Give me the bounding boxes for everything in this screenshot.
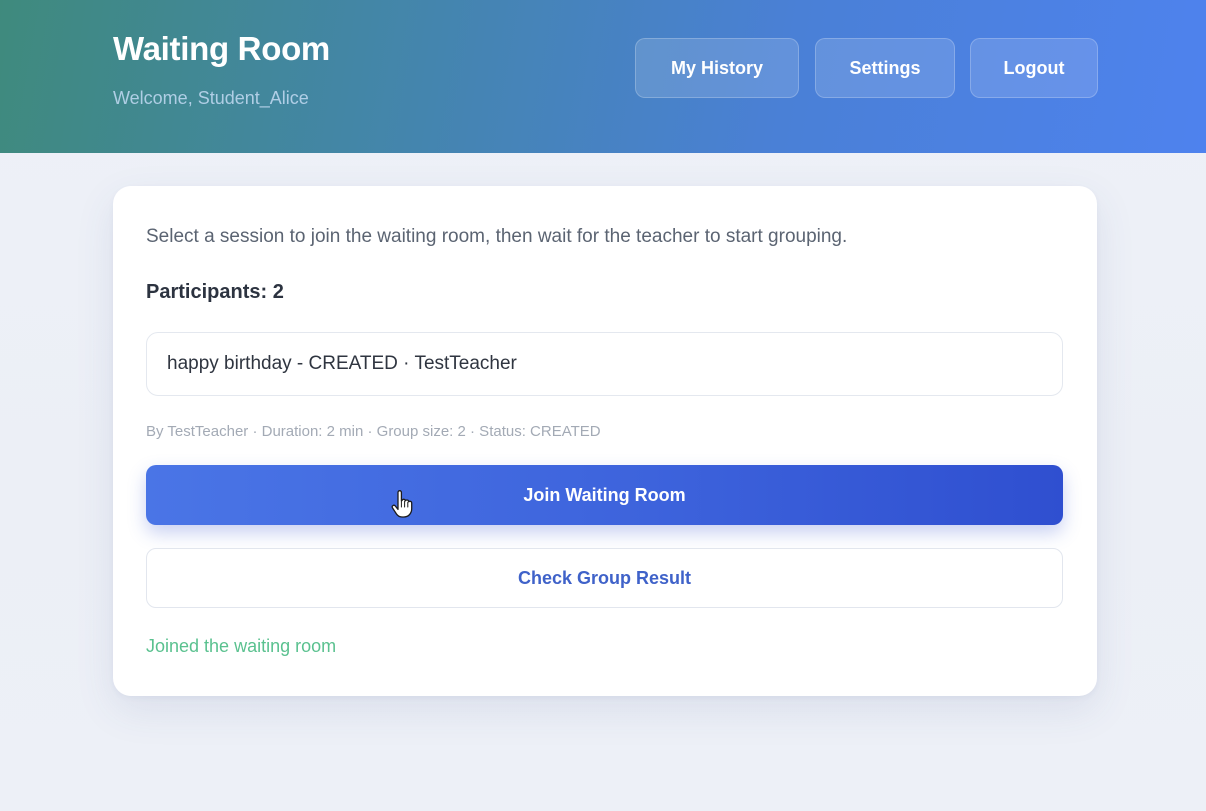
- join-waiting-room-button[interactable]: Join Waiting Room: [146, 465, 1063, 525]
- hand-pointer-icon: [391, 490, 413, 518]
- app-header: Waiting Room Welcome, Student_Alice My H…: [0, 0, 1206, 153]
- session-meta: By TestTeacher · Duration: 2 min · Group…: [146, 423, 601, 440]
- welcome-text: Welcome, Student_Alice: [113, 88, 309, 108]
- check-group-result-button[interactable]: Check Group Result: [146, 548, 1063, 608]
- logout-button[interactable]: Logout: [970, 38, 1098, 98]
- session-select[interactable]: happy birthday - CREATED · TestTeacher: [146, 332, 1063, 396]
- waiting-room-card: Select a session to join the waiting roo…: [113, 186, 1097, 696]
- page-title: Waiting Room: [113, 30, 330, 67]
- status-message: Joined the waiting room: [146, 636, 337, 656]
- my-history-button[interactable]: My History: [635, 38, 799, 98]
- instructions-text: Select a session to join the waiting roo…: [146, 226, 848, 247]
- settings-button[interactable]: Settings: [815, 38, 955, 98]
- participants-count: Participants: 2: [146, 281, 284, 303]
- session-select-value: happy birthday - CREATED · TestTeacher: [167, 353, 517, 374]
